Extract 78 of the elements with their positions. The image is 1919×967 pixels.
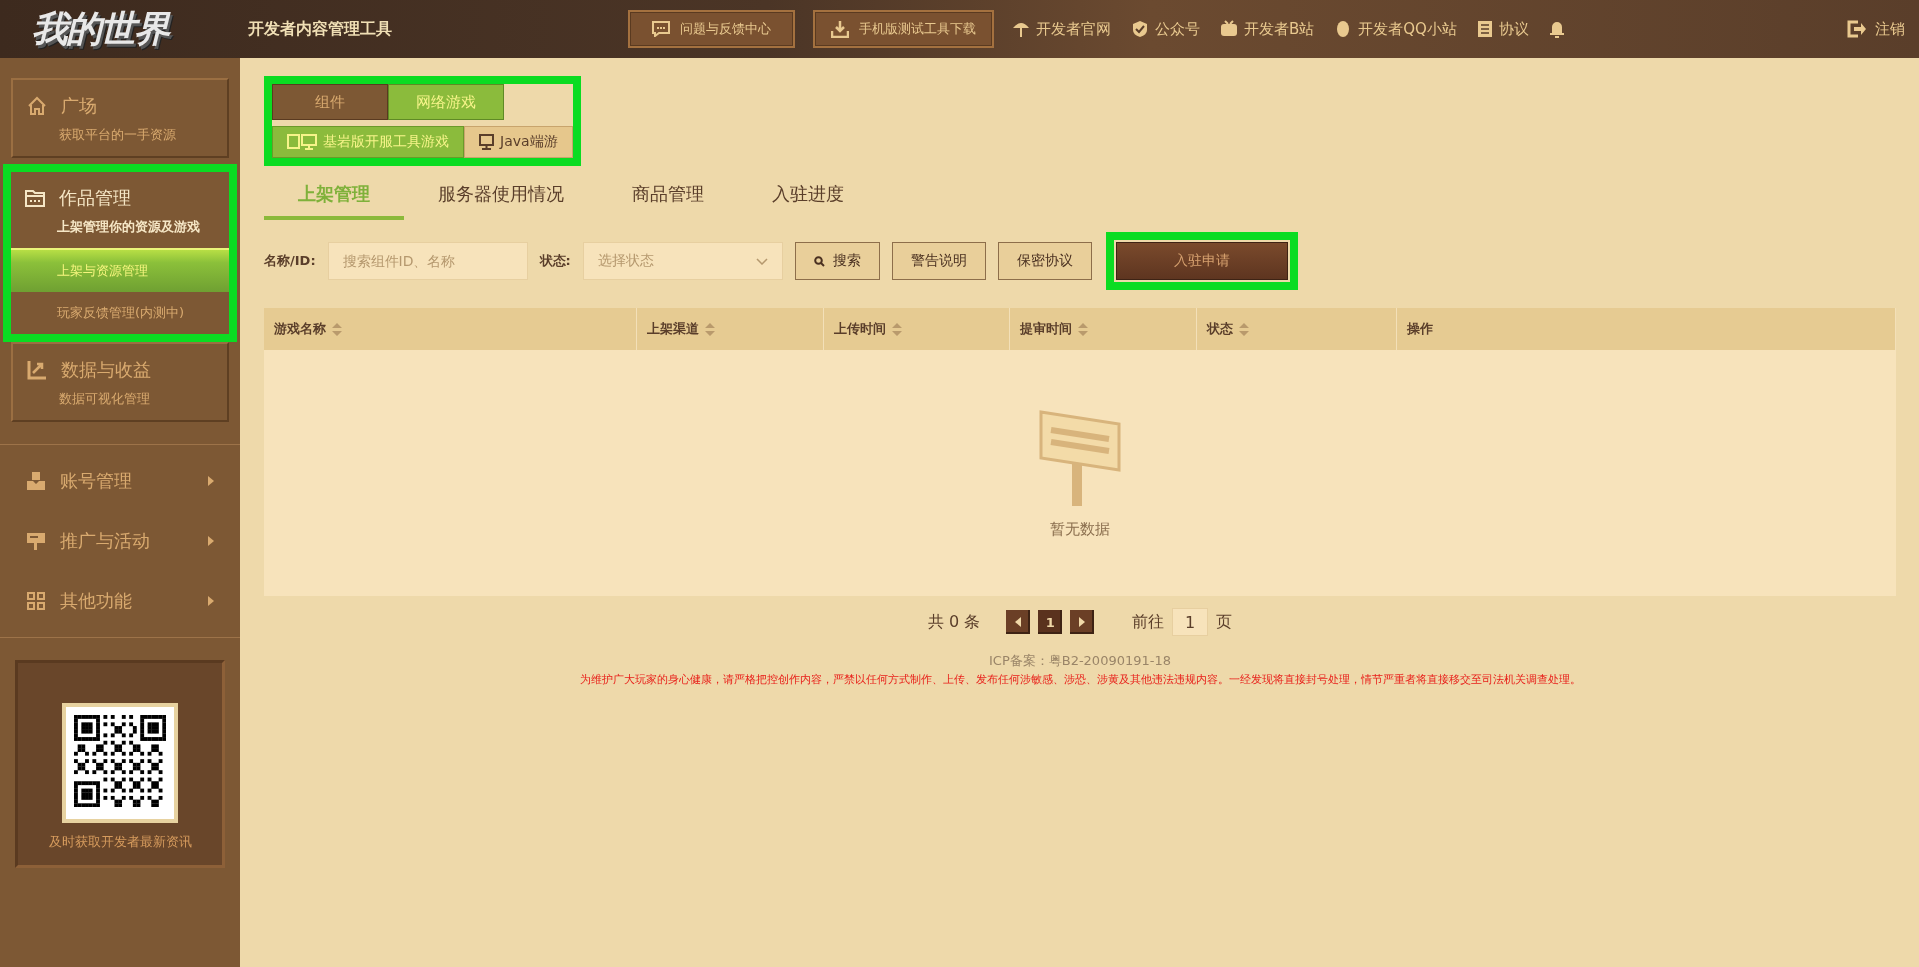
total-count: 共 0 条 [927, 611, 981, 633]
folder-icon [25, 189, 45, 207]
page-number[interactable]: 1 [1038, 610, 1063, 634]
badge-icon [1131, 20, 1149, 38]
download-icon [831, 20, 849, 38]
grid-icon [26, 591, 46, 611]
caret-icon [208, 476, 214, 486]
mode-tab[interactable]: Java端游 [464, 126, 573, 158]
nav-card[interactable]: 数据与收益 数据可视化管理 [11, 342, 229, 422]
column-header: 上传时间 [834, 320, 886, 338]
field-label: 状态: [539, 252, 571, 270]
page-input[interactable]: 1 [1172, 608, 1209, 636]
page-suffix: 页 [1216, 611, 1233, 633]
search-icon [813, 255, 825, 267]
nav-menu-item[interactable]: 账号管理 [60, 469, 194, 493]
icp-text: ICP备案：粤B2-20090191-18 [987, 652, 1172, 670]
category-tab[interactable]: 组件 [272, 84, 388, 120]
column-header: 操作 [1407, 320, 1433, 338]
header-link[interactable]: 开发者B站 [1244, 19, 1315, 39]
inbox-icon [26, 471, 46, 491]
caret-left-icon [1015, 617, 1022, 627]
logo[interactable]: 我的世界 [0, 4, 200, 54]
nav-card-title: 作品管理 [59, 186, 131, 210]
header-button[interactable]: 问题与反馈中心 [628, 10, 795, 48]
action-button[interactable]: 保密协议 [997, 242, 1092, 280]
nav-card[interactable]: 作品管理 上架管理你的资源及游戏 [11, 172, 229, 248]
sort-icon[interactable] [1239, 322, 1249, 336]
bell-icon[interactable] [1548, 20, 1565, 38]
document-icon [1476, 20, 1493, 38]
app-title: 开发者内容管理工具 [248, 18, 393, 40]
column-header: 提审时间 [1020, 320, 1072, 338]
column-header: 状态 [1207, 320, 1233, 338]
tv-icon [1220, 20, 1238, 38]
qr-caption: 及时获取开发者最新资讯 [48, 833, 192, 851]
logout-icon [1847, 20, 1867, 38]
caret-icon [208, 536, 214, 546]
caret-icon [208, 596, 214, 606]
monitor-icon [479, 134, 494, 150]
header-link[interactable]: 协议 [1498, 19, 1529, 39]
page-tab[interactable]: 入驻进度 [738, 174, 878, 220]
header-link[interactable]: 开发者QQ小站 [1358, 19, 1457, 39]
sort-icon[interactable] [892, 322, 902, 336]
logout-link[interactable]: 注销 [1875, 19, 1905, 39]
page-tab[interactable]: 服务器使用情况 [404, 174, 598, 220]
caret-right-icon [1079, 617, 1086, 627]
next-page-button[interactable] [1070, 610, 1095, 634]
chevron-down-icon [755, 257, 768, 265]
empty-message: 暂无数据 [1050, 519, 1110, 539]
nav-menu-item[interactable]: 其他功能 [60, 589, 194, 613]
action-button[interactable]: 警告说明 [891, 242, 986, 280]
nav-menu-item[interactable]: 推广与活动 [60, 529, 194, 553]
nav-card-subtitle: 数据可视化管理 [58, 390, 151, 408]
sort-icon[interactable] [332, 322, 342, 336]
goto-label: 前往 [1132, 611, 1165, 633]
prev-page-button[interactable] [1006, 610, 1031, 634]
nav-card-title: 数据与收益 [61, 358, 151, 382]
sort-icon[interactable] [705, 322, 715, 336]
nav-card-title: 广场 [61, 94, 97, 118]
search-button[interactable]: 搜索 [794, 242, 880, 280]
signboard-icon [26, 531, 46, 551]
chart-icon [27, 360, 47, 380]
legal-notice: 为维护广大玩家的身心健康，请严格把控创作内容，严禁以任何方式制作、上传、发布任何涉敏感、涉恐、涉黄及其他违法违规内容。一经发现将直接封号处理，情节严重者将直接移交至司法机关调查处理。 [578, 672, 1582, 687]
chat-icon [652, 21, 670, 37]
field-label: 名称/ID: [264, 252, 316, 270]
umbrella-icon [1012, 20, 1030, 38]
devices-icon [287, 134, 317, 150]
nav-card-subtitle: 上架管理你的资源及游戏 [56, 218, 201, 236]
sort-icon[interactable] [1078, 322, 1088, 336]
search-field[interactable]: 搜索组件ID、名称 [327, 242, 528, 280]
header-link[interactable]: 公众号 [1155, 19, 1200, 39]
home-icon [27, 96, 47, 116]
nav-subitem[interactable]: 玩家反馈管理(内测中) [11, 292, 229, 334]
header-button[interactable]: 手机版测试工具下载 [813, 10, 994, 48]
page-tab[interactable]: 商品管理 [598, 174, 738, 220]
column-header: 游戏名称 [274, 320, 326, 338]
action-button[interactable]: 入驻申请 [1115, 242, 1288, 280]
header-link[interactable]: 开发者官网 [1036, 19, 1111, 39]
column-header: 上架渠道 [647, 320, 699, 338]
